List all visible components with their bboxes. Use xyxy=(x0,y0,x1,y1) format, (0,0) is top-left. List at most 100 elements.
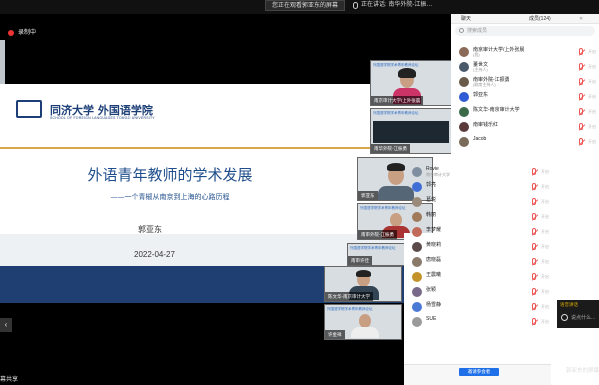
member-search-input[interactable]: 搜索成员 xyxy=(455,26,595,36)
prev-page-button[interactable]: ‹ xyxy=(0,318,12,332)
tab-members[interactable]: 成员(124) xyxy=(529,14,551,24)
record-dot-icon xyxy=(8,30,14,36)
participant-row[interactable]: 南京审计大学/上外张晨 (我) 开启 xyxy=(451,45,599,59)
participant-name: 王震曦 xyxy=(426,272,442,278)
camera-label[interactable]: 开启 xyxy=(541,184,549,190)
mic-muted-icon[interactable] xyxy=(532,213,536,220)
participant-row[interactable]: 郭亚东 开启 xyxy=(451,90,599,104)
participant-face xyxy=(359,314,371,328)
left-speaker-name: 幕共享 xyxy=(0,377,19,383)
participant-row[interactable]: 李梦耀 开启 xyxy=(404,225,552,239)
camera-label[interactable]: 开启 xyxy=(588,49,596,55)
mic-muted-icon[interactable] xyxy=(532,303,536,310)
mic-muted-icon[interactable] xyxy=(579,138,583,145)
slide-title: 外语青年教师的学术发展 xyxy=(87,166,253,184)
participant-row[interactable]: 王震曦 开启 xyxy=(404,270,552,284)
participant-row[interactable]: 韩丽 开启 xyxy=(404,210,552,224)
camera-label[interactable]: 开启 xyxy=(541,304,549,310)
speaker-tag: 语音讲话 xyxy=(560,302,578,307)
camera-label[interactable]: 开启 xyxy=(541,259,549,265)
video-tile[interactable]: 外国语学院学术青年教师论坛 南京审计大学/上外张晨 xyxy=(370,60,452,106)
participant-name: 郭亚东 xyxy=(473,92,489,98)
mic-muted-icon[interactable] xyxy=(532,243,536,250)
mic-muted-icon[interactable] xyxy=(532,228,536,235)
participant-hair xyxy=(356,270,371,277)
participant-hair xyxy=(398,68,416,78)
mic-muted-icon[interactable] xyxy=(579,93,583,100)
participant-name: 韩丽 xyxy=(426,212,437,218)
camera-label[interactable]: 开启 xyxy=(541,169,549,175)
mic-muted-icon[interactable] xyxy=(532,168,536,175)
share-banner: 您正在观看郭亚东的屏幕 xyxy=(265,0,345,11)
mic-muted-icon[interactable] xyxy=(579,108,583,115)
participant-row[interactable]: 葛悦 开启 xyxy=(404,195,552,209)
close-icon[interactable]: ✕ xyxy=(579,14,583,24)
mic-icon xyxy=(353,2,358,9)
participant-face xyxy=(390,213,402,227)
mic-muted-icon[interactable] xyxy=(532,183,536,190)
participant-row[interactable]: 南审钱乐红 开启 xyxy=(451,120,599,134)
video-tile[interactable]: 外国语学院学术青年教师论坛 许金祥 xyxy=(324,304,402,340)
mic-muted-icon[interactable] xyxy=(532,273,536,280)
avatar xyxy=(412,167,422,177)
mic-muted-icon[interactable] xyxy=(532,288,536,295)
video-tile[interactable]: 外国语学院学术青年教师论坛 南华外院-江振勇 xyxy=(370,108,452,154)
participant-row[interactable]: SUE 开启 xyxy=(404,315,552,329)
mic-muted-icon[interactable] xyxy=(532,198,536,205)
search-icon xyxy=(459,28,464,33)
recording-indicator[interactable]: 录制中 xyxy=(8,28,36,38)
camera-label[interactable]: 开启 xyxy=(541,319,549,325)
participant-name: 葛悦 xyxy=(426,197,437,203)
camera-label[interactable]: 开启 xyxy=(588,64,596,70)
participant-row[interactable]: 杨雪静 开启 xyxy=(404,300,552,314)
camera-label[interactable]: 开启 xyxy=(588,109,596,115)
camera-label[interactable]: 开启 xyxy=(588,79,596,85)
participant-row[interactable]: 唐晓磊 开启 xyxy=(404,255,552,269)
avatar xyxy=(412,197,422,207)
tile-label: 南京审计大学/上外张晨 xyxy=(371,96,424,105)
mic-muted-icon[interactable] xyxy=(532,258,536,265)
participant-row[interactable]: Rovie 南京审计大学 开启 xyxy=(404,165,552,179)
camera-label[interactable]: 开启 xyxy=(541,244,549,250)
mic-muted-icon[interactable] xyxy=(579,123,583,130)
participant-name: 南京审计大学/上外张晨 xyxy=(473,47,525,53)
camera-label[interactable]: 开启 xyxy=(588,139,596,145)
tile-screen-text: 外国语学院学术青年教师论坛 xyxy=(373,111,419,115)
camera-label[interactable]: 开启 xyxy=(541,229,549,235)
slide-date: 2022-04-27 xyxy=(134,250,175,259)
mic-muted-icon[interactable] xyxy=(579,63,583,70)
mic-muted-icon[interactable] xyxy=(532,318,536,325)
avatar xyxy=(412,227,422,237)
participant-row[interactable]: 南审外院-江振勇 (联席主持人) 开启 xyxy=(451,75,599,89)
avatar xyxy=(459,107,469,117)
emoji-icon[interactable] xyxy=(561,314,568,321)
avatar xyxy=(412,257,422,267)
mic-muted-icon[interactable] xyxy=(579,48,583,55)
participant-role: (联席主持人) xyxy=(473,82,496,87)
participant-row[interactable]: 董世文 (主持人) 开启 xyxy=(451,60,599,74)
avatar xyxy=(412,302,422,312)
camera-label[interactable]: 开启 xyxy=(541,199,549,205)
camera-label[interactable]: 开启 xyxy=(541,289,549,295)
tab-chat[interactable]: 聊天 xyxy=(461,14,471,24)
participant-row[interactable]: 陈文华-南京审计大学 开启 xyxy=(451,105,599,119)
university-logo-icon xyxy=(16,100,42,118)
logo-subtext: SCHOOL OF FOREIGN LANGUAGES TONGJI UNIVE… xyxy=(50,116,155,120)
participant-row[interactable]: 张颖 开启 xyxy=(404,285,552,299)
participant-role: (我) xyxy=(473,52,480,57)
camera-label[interactable]: 开启 xyxy=(588,94,596,100)
participant-row[interactable]: 黄晓莉 开启 xyxy=(404,240,552,254)
camera-label[interactable]: 开启 xyxy=(541,274,549,280)
participant-row[interactable]: Jacob 开启 xyxy=(451,135,599,149)
tile-label: 南华外院-江振勇 xyxy=(371,144,410,153)
camera-label[interactable]: 开启 xyxy=(588,124,596,130)
avatar xyxy=(412,212,422,222)
participant-row[interactable]: 郭亮 开启 xyxy=(404,180,552,194)
video-tile[interactable]: 陈文华-南京审计大学 xyxy=(324,266,402,302)
chat-input[interactable]: 说点什么... xyxy=(571,314,595,321)
participant-name: 南审钱乐红 xyxy=(473,122,499,128)
camera-label[interactable]: 开启 xyxy=(541,214,549,220)
tile-label: 南审许佳 xyxy=(348,256,372,265)
mic-muted-icon[interactable] xyxy=(579,78,583,85)
invite-button[interactable]: 邀请参会者 xyxy=(459,368,499,376)
